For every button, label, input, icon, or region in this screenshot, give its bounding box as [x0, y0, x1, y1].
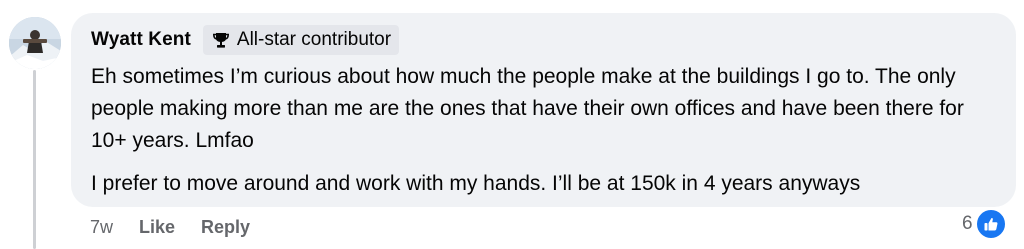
comment-actions: 7w Like Reply — [90, 214, 276, 240]
author-row: Wyatt Kent All-star contributor — [91, 25, 400, 55]
reply-button[interactable]: Reply — [201, 217, 250, 238]
comment-bubble: Wyatt Kent All-star contributor Eh somet… — [71, 13, 1016, 207]
thread-line — [33, 70, 36, 249]
contributor-badge[interactable]: All-star contributor — [202, 25, 400, 55]
comment-paragraph: I prefer to move around and work with my… — [91, 172, 861, 195]
like-button[interactable]: Like — [139, 217, 175, 238]
badge-label: All-star contributor — [236, 29, 392, 50]
author-name[interactable]: Wyatt Kent — [91, 29, 191, 51]
trophy-icon — [211, 30, 231, 50]
comment-timestamp[interactable]: 7w — [90, 217, 113, 238]
reactions-summary[interactable]: 6 — [962, 208, 1007, 240]
avatar[interactable] — [9, 17, 61, 69]
comment-thread: Wyatt Kent All-star contributor Eh somet… — [0, 0, 1024, 249]
reaction-count: 6 — [962, 213, 973, 234]
thumbs-up-icon — [974, 208, 1007, 240]
comment-paragraph: Eh sometimes I’m curious about how much … — [91, 65, 964, 152]
